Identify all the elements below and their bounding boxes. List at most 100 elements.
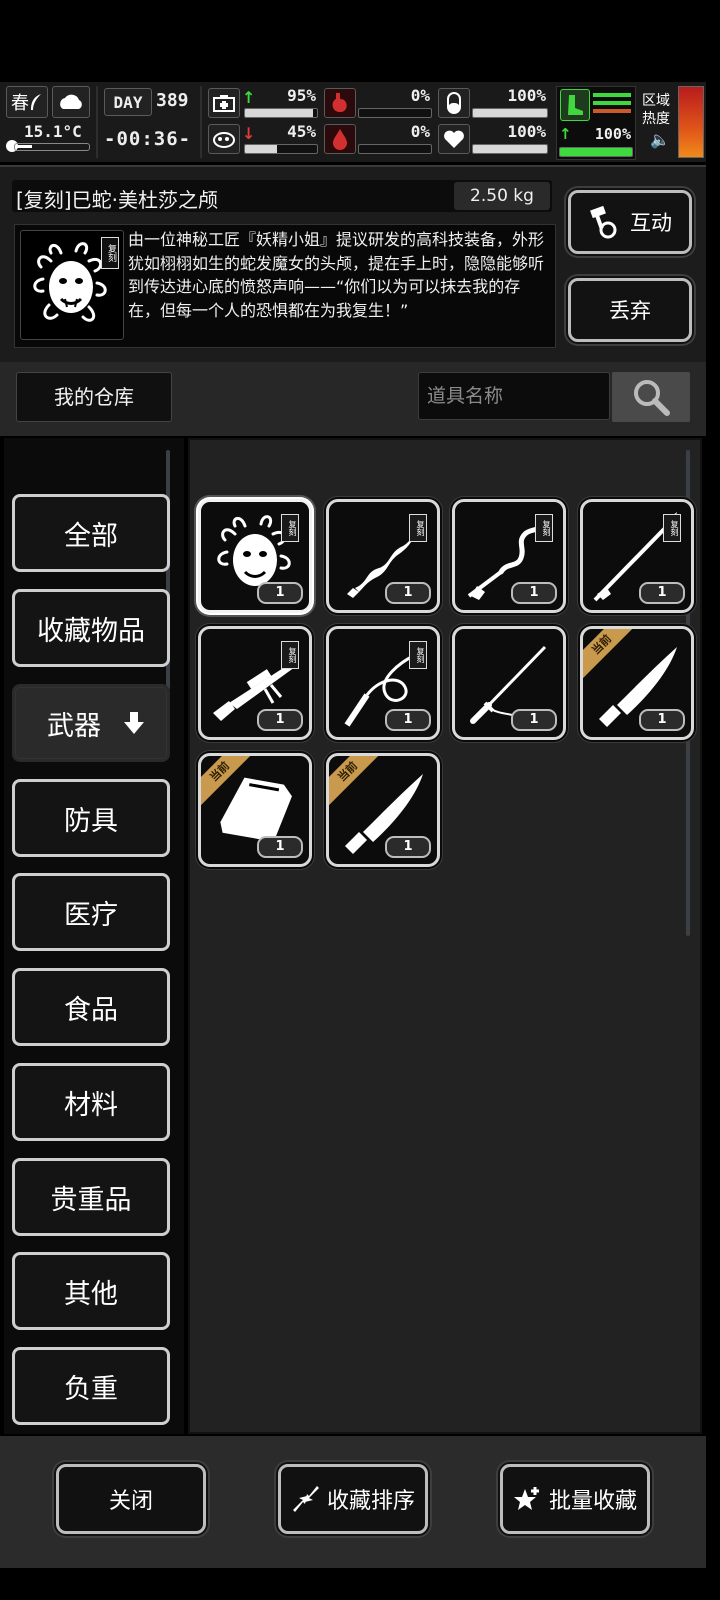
- medkit-icon: [213, 95, 235, 112]
- hydration-tile: [438, 88, 470, 118]
- item-slot[interactable]: 复刻 1: [452, 499, 566, 613]
- energy-panel: ↑ 100%: [556, 86, 636, 160]
- stamina-icon: [213, 132, 235, 148]
- item-quantity: 1: [385, 836, 431, 858]
- item-slot[interactable]: 当前 1: [326, 753, 440, 867]
- stamina-percent: 45%: [287, 122, 316, 141]
- energy-bar: [559, 147, 633, 157]
- stamina-tile: [208, 124, 240, 154]
- close-button[interactable]: 关闭: [56, 1464, 206, 1534]
- mood-bar: [472, 144, 548, 154]
- swap-arrows-icon: [292, 1486, 319, 1512]
- day-label-box: DAY: [104, 88, 152, 116]
- season-label: 春: [11, 93, 29, 114]
- item-search-input[interactable]: [418, 372, 610, 420]
- category-label: 材料: [64, 1089, 118, 1121]
- category-label: 全部: [64, 520, 118, 552]
- item-quantity: 1: [257, 582, 303, 604]
- warehouse-label[interactable]: 我的仓库: [16, 372, 172, 422]
- search-button[interactable]: [612, 372, 690, 422]
- category-load[interactable]: 负重: [12, 1347, 170, 1425]
- item-quantity: 1: [639, 582, 685, 604]
- day-label: DAY: [113, 92, 143, 112]
- status-bar: 春 15.1°C DAY 389 -00:36- ↑ 95% ↓ 45% 0% …: [0, 82, 706, 162]
- replica-tag: 复刻: [663, 514, 681, 542]
- weather-indicator: [52, 86, 90, 118]
- search-icon: [634, 380, 670, 416]
- season-indicator: 春: [6, 86, 48, 118]
- stamina-bar: [244, 144, 318, 154]
- hammer-hand-icon: [590, 205, 617, 239]
- category-valuables[interactable]: 贵重品: [12, 1158, 170, 1236]
- discard-label: 丢弃: [609, 299, 651, 323]
- item-slot[interactable]: 复刻 1: [198, 626, 312, 740]
- temperature-readout: 15.1°C: [24, 122, 82, 141]
- category-all[interactable]: 全部: [12, 494, 170, 572]
- item-quantity: 1: [257, 709, 303, 731]
- cloud-moon-icon: [60, 94, 82, 109]
- category-food[interactable]: 食品: [12, 968, 170, 1046]
- stomach-icon: [332, 93, 347, 113]
- replica-tag: 复刻: [281, 641, 299, 669]
- item-slot[interactable]: 复刻 1: [198, 499, 312, 613]
- batch-favorite-label: 批量收藏: [548, 1489, 637, 1514]
- item-slot[interactable]: 1: [452, 626, 566, 740]
- category-medical[interactable]: 医疗: [12, 873, 170, 951]
- replica-tag: 复刻: [409, 514, 427, 542]
- category-armor[interactable]: 防具: [12, 779, 170, 857]
- hydration-bar: [472, 108, 548, 118]
- thirst-tile: [324, 124, 356, 154]
- health-tile: [208, 88, 240, 118]
- arrow-down-icon: [124, 712, 144, 734]
- speaker-icon[interactable]: 🔈: [650, 130, 670, 149]
- health-bar: [244, 108, 318, 118]
- region-heat-gauge: [678, 86, 704, 158]
- item-quantity: 1: [511, 709, 557, 731]
- hunger-tile: [324, 88, 356, 118]
- discard-button[interactable]: 丢弃: [568, 278, 692, 342]
- category-label: 其他: [64, 1278, 118, 1310]
- thirst-bar: [358, 144, 432, 154]
- category-label: 武器: [47, 710, 101, 742]
- item-quantity: 1: [385, 709, 431, 731]
- energy-percent: 100%: [594, 125, 631, 143]
- batch-favorite-button[interactable]: 批量收藏: [500, 1464, 650, 1534]
- interact-label: 互动: [630, 211, 672, 235]
- day-counter: 389: [156, 90, 189, 111]
- boot-icon: [568, 95, 583, 115]
- category-label: 贵重品: [50, 1184, 132, 1216]
- clock-readout: -00:36-: [104, 128, 192, 150]
- item-quantity: 1: [511, 582, 557, 604]
- category-materials[interactable]: 材料: [12, 1063, 170, 1141]
- item-slot[interactable]: 复刻 1: [326, 626, 440, 740]
- heart-icon: [444, 130, 464, 148]
- category-other[interactable]: 其他: [12, 1252, 170, 1330]
- item-portrait: 复刻: [20, 230, 124, 340]
- item-slot[interactable]: 当前 1: [580, 626, 694, 740]
- interact-button[interactable]: 互动: [568, 190, 692, 254]
- capsule-icon: [447, 92, 461, 114]
- region-heat-label: 区域 热度: [642, 92, 670, 128]
- mood-tile: [438, 124, 470, 154]
- feather-icon: [31, 94, 41, 110]
- favorite-sort-label: 收藏排序: [326, 1489, 415, 1514]
- item-name: [复刻]巳蛇·美杜莎之颅: [16, 188, 218, 212]
- blood-drop-icon: [333, 129, 347, 150]
- category-favorites[interactable]: 收藏物品: [12, 589, 170, 667]
- item-slot[interactable]: 复刻 1: [326, 499, 440, 613]
- category-weapons[interactable]: 武器: [12, 684, 170, 762]
- item-slot[interactable]: 当前 1: [198, 753, 312, 867]
- hydration-percent: 100%: [507, 86, 546, 105]
- replica-tag: 复刻: [281, 514, 299, 542]
- region-label-line2: 热度: [642, 111, 670, 127]
- item-slot[interactable]: 复刻 1: [580, 499, 694, 613]
- item-quantity: 1: [385, 582, 431, 604]
- item-quantity: 1: [257, 836, 303, 858]
- replica-badge: 复刻: [101, 237, 119, 269]
- thermometer-icon: [6, 140, 90, 152]
- boot-tile: [560, 89, 590, 121]
- region-label-line1: 区域: [642, 93, 670, 109]
- star-plus-icon: [513, 1487, 539, 1510]
- health-percent: 95%: [287, 86, 316, 105]
- favorite-sort-button[interactable]: 收藏排序: [278, 1464, 428, 1534]
